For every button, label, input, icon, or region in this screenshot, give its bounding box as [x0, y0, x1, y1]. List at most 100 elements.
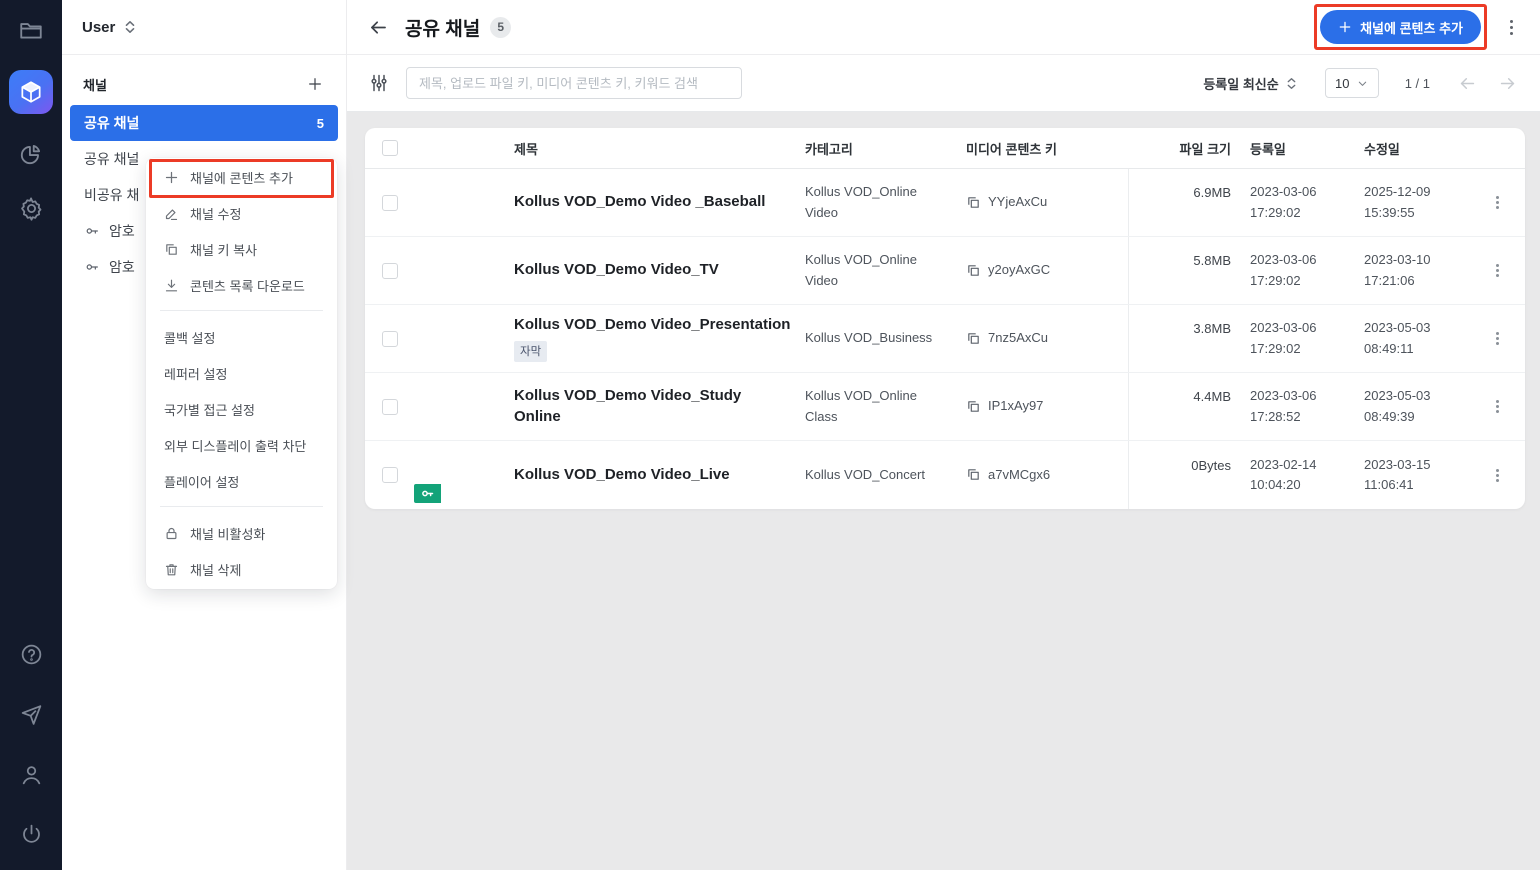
row-more-menu-icon[interactable] — [1487, 192, 1509, 214]
menu-item-block-external-display[interactable]: 외부 디스플레이 출력 차단 — [146, 427, 337, 463]
plus-icon — [164, 170, 179, 185]
row-checkbox[interactable] — [382, 467, 398, 483]
media-content-key: 7nz5AxCu — [988, 328, 1048, 348]
search-input[interactable] — [406, 67, 742, 99]
video-category: Kollus VOD_Online Video — [805, 182, 966, 222]
menu-item-player-settings[interactable]: 플레이어 설정 — [146, 463, 337, 499]
select-all-checkbox[interactable] — [382, 140, 398, 156]
sidebar-item-label: 암호 — [109, 257, 135, 277]
row-checkbox[interactable] — [382, 331, 398, 347]
column-header-registered: 등록일 — [1240, 139, 1354, 158]
menu-item-add-content[interactable]: 채널에 콘텐츠 추가 — [146, 159, 337, 195]
video-category: Kollus VOD_Online Video — [805, 250, 966, 290]
page-size-select[interactable]: 10 — [1325, 68, 1379, 98]
filter-sliders-icon[interactable] — [368, 72, 390, 94]
sort-updown-icon — [1286, 77, 1297, 90]
row-more-menu-icon[interactable] — [1487, 396, 1509, 418]
channel-context-menu: 채널에 콘텐츠 추가 채널 수정 채널 키 복사 콘텐츠 목록 다운로드 콜백 … — [146, 158, 337, 589]
channel-section-label: 채널 — [83, 75, 107, 94]
row-checkbox[interactable] — [382, 399, 398, 415]
video-title: Kollus VOD_Demo Video_Presentation — [514, 316, 790, 333]
account-switcher[interactable]: User — [62, 0, 346, 55]
menu-item-deactivate-channel[interactable]: 채널 비활성화 — [146, 515, 337, 551]
media-cube-icon[interactable] — [9, 70, 53, 114]
main-area: 공유 채널 5 채널에 콘텐츠 추가 등록일 최신순 10 — [346, 0, 1540, 870]
menu-item-delete-channel[interactable]: 채널 삭제 — [146, 551, 337, 587]
menu-item-callback-settings[interactable]: 콜백 설정 — [146, 319, 337, 355]
sidebar-item-label: 공유 채널 — [84, 149, 139, 169]
send-icon[interactable] — [17, 700, 45, 728]
previous-page-icon[interactable] — [1456, 72, 1478, 94]
back-arrow-icon[interactable] — [366, 15, 390, 39]
registered-at: 2023-03-0617:29:02 — [1240, 318, 1354, 358]
content-table: 제목 카테고리 미디어 콘텐츠 키 파일 크기 등록일 수정일 Kollus V… — [365, 128, 1525, 509]
drm-key-badge-icon — [414, 484, 441, 503]
registered-at: 2023-02-1410:04:20 — [1240, 455, 1354, 495]
modified-at: 2023-05-0308:49:11 — [1354, 318, 1474, 358]
row-checkbox[interactable] — [382, 195, 398, 211]
modified-at: 2023-03-1511:06:41 — [1354, 455, 1474, 495]
subtitle-badge: 자막 — [514, 341, 547, 362]
row-more-menu-icon[interactable] — [1487, 260, 1509, 282]
copy-icon — [164, 242, 179, 257]
sidebar-item-shared-channel-active[interactable]: 공유 채널 5 — [70, 105, 338, 141]
media-content-key: YYjeAxCu — [988, 192, 1047, 212]
video-category: Kollus VOD_Business — [805, 328, 966, 348]
user-icon[interactable] — [17, 760, 45, 788]
column-header-category: 카테고리 — [805, 139, 966, 158]
copy-icon[interactable] — [966, 467, 981, 482]
table-row[interactable]: Kollus VOD_Demo Video_Live Kollus VOD_Co… — [365, 441, 1525, 509]
key-icon — [84, 223, 100, 239]
table-header-row: 제목 카테고리 미디어 콘텐츠 키 파일 크기 등록일 수정일 — [365, 128, 1525, 169]
channel-count-badge: 5 — [317, 116, 324, 131]
page-more-menu-icon[interactable] — [1500, 16, 1522, 38]
page-title: 공유 채널 — [405, 14, 480, 41]
table-row[interactable]: Kollus VOD_Demo Video_Study Online Kollu… — [365, 373, 1525, 441]
trash-icon — [164, 562, 179, 577]
column-header-size: 파일 크기 — [1128, 139, 1240, 158]
video-thumbnail-presentation — [414, 311, 498, 367]
copy-icon[interactable] — [966, 263, 981, 278]
video-title: Kollus VOD_Demo Video_Study Online — [514, 387, 741, 424]
next-page-icon[interactable] — [1496, 72, 1518, 94]
column-header-title: 제목 — [514, 139, 805, 158]
modified-at: 2023-05-0308:49:39 — [1354, 386, 1474, 426]
highlight-annotation: 채널에 콘텐츠 추가 — [1314, 4, 1487, 50]
copy-icon[interactable] — [966, 195, 981, 210]
media-content-key: a7vMCgx6 — [988, 465, 1050, 485]
table-row[interactable]: Kollus VOD_Demo Video_Presentation 자막 Ko… — [365, 305, 1525, 373]
sort-control[interactable]: 등록일 최신순 — [1203, 74, 1296, 93]
copy-icon[interactable] — [966, 331, 981, 346]
power-icon[interactable] — [17, 820, 45, 848]
menu-item-download-content-list[interactable]: 콘텐츠 목록 다운로드 — [146, 267, 337, 303]
help-icon[interactable] — [17, 640, 45, 668]
menu-item-copy-channel-key[interactable]: 채널 키 복사 — [146, 231, 337, 267]
video-title: Kollus VOD_Demo Video _Baseball — [514, 193, 765, 210]
column-header-modified: 수정일 — [1354, 139, 1474, 158]
chevron-down-icon — [1357, 78, 1368, 89]
channel-section-header: 채널 — [62, 71, 346, 97]
table-row[interactable]: Kollus VOD_Demo Video _Baseball Kollus V… — [365, 169, 1525, 237]
add-channel-button[interactable] — [305, 74, 325, 94]
account-name: User — [82, 19, 115, 36]
menu-item-country-access-settings[interactable]: 국가별 접근 설정 — [146, 391, 337, 427]
pie-chart-icon[interactable] — [17, 140, 45, 168]
row-more-menu-icon[interactable] — [1487, 464, 1509, 486]
download-icon — [164, 278, 179, 293]
table-row[interactable]: Kollus VOD_Demo Video_TV Kollus VOD_Onli… — [365, 237, 1525, 305]
media-content-key: y2oyAxGC — [988, 260, 1050, 280]
file-size: 5.8MB — [1193, 253, 1231, 268]
page-indicator: 1 / 1 — [1405, 76, 1430, 91]
row-checkbox[interactable] — [382, 263, 398, 279]
menu-divider — [160, 310, 323, 311]
video-title: Kollus VOD_Demo Video_Live — [514, 466, 730, 483]
gear-icon[interactable] — [17, 194, 45, 222]
add-content-to-channel-button[interactable]: 채널에 콘텐츠 추가 — [1320, 10, 1481, 44]
menu-item-referrer-settings[interactable]: 레퍼러 설정 — [146, 355, 337, 391]
folder-icon[interactable] — [17, 16, 45, 44]
file-size: 0Bytes — [1191, 458, 1231, 473]
copy-icon[interactable] — [966, 399, 981, 414]
row-more-menu-icon[interactable] — [1487, 328, 1509, 350]
menu-item-edit-channel[interactable]: 채널 수정 — [146, 195, 337, 231]
file-size: 4.4MB — [1193, 389, 1231, 404]
